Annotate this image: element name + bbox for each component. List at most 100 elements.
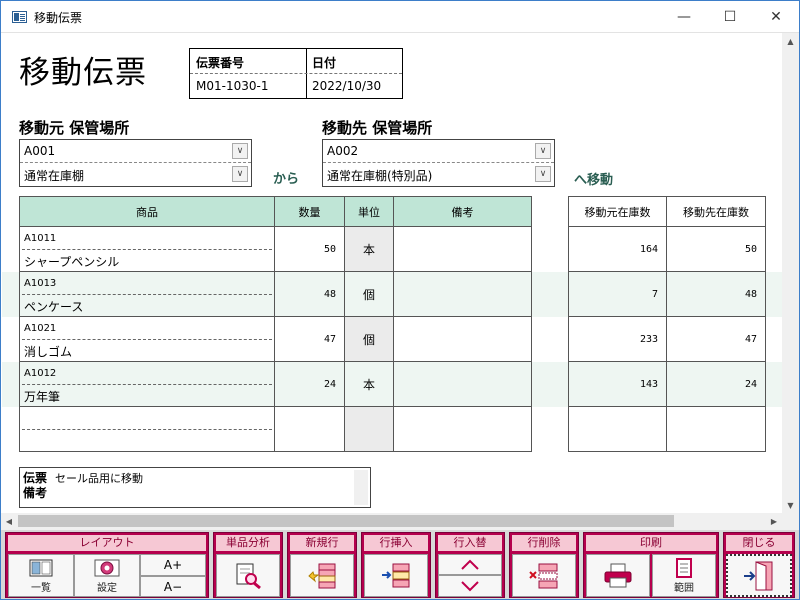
from-code-select[interactable]: A001 ∨ bbox=[20, 140, 251, 163]
memo-text[interactable]: セール品用に移動 bbox=[55, 470, 143, 486]
to-name-select[interactable]: 通常在庫棚(特別品) ∨ bbox=[323, 163, 554, 186]
item-cell[interactable]: A1013 ペンケース bbox=[19, 271, 275, 317]
print-range-button[interactable]: 範囲 bbox=[652, 554, 716, 597]
from-name-select[interactable]: 通常在庫棚 ∨ bbox=[20, 163, 251, 186]
analysis-group-label: 単品分析 bbox=[216, 535, 280, 551]
table-row[interactable]: A1021 消しゴム 47 個 bbox=[19, 316, 532, 362]
font-up-label: A+ bbox=[163, 558, 183, 572]
new-row-icon bbox=[308, 563, 336, 588]
app-icon bbox=[12, 11, 27, 23]
font-down-button[interactable]: A− bbox=[140, 576, 206, 597]
delete-row-group: 行削除 bbox=[509, 532, 579, 598]
close-window-button[interactable]: ✕ bbox=[753, 1, 799, 33]
slip-no-value[interactable]: M01-1030-1 bbox=[196, 79, 268, 93]
swap-row-group: 行入替 bbox=[435, 532, 505, 598]
delete-row-group-label: 行削除 bbox=[512, 535, 576, 551]
table-row-empty[interactable] bbox=[19, 406, 532, 452]
item-code: A1021 bbox=[24, 323, 57, 334]
delete-row-icon bbox=[529, 563, 558, 588]
table-row[interactable]: A1012 万年筆 24 本 bbox=[19, 361, 532, 407]
unit-cell[interactable]: 本 bbox=[344, 361, 394, 407]
note-cell[interactable] bbox=[393, 316, 532, 362]
note-cell[interactable] bbox=[393, 406, 532, 452]
toolbar: レイアウト 一覧 設定 A+ A− 単品分析 新規行 行挿入 行入替 行削除 印… bbox=[1, 530, 799, 599]
qty-cell[interactable]: 24 bbox=[274, 361, 345, 407]
close-button[interactable] bbox=[726, 554, 792, 597]
date-label: 日付 bbox=[312, 56, 337, 70]
unit-cell[interactable] bbox=[344, 406, 394, 452]
chevron-down-icon[interactable]: ∨ bbox=[535, 166, 551, 182]
table-row[interactable]: A1013 ペンケース 48 個 bbox=[19, 271, 532, 317]
scroll-up-icon[interactable]: ▲ bbox=[782, 33, 799, 49]
date-value[interactable]: 2022/10/30 bbox=[312, 79, 381, 93]
exit-door-icon bbox=[744, 560, 773, 590]
table-row[interactable]: A1011 シャープペンシル 50 本 bbox=[19, 226, 532, 272]
qty-cell[interactable]: 47 bbox=[274, 316, 345, 362]
minimize-button[interactable]: — bbox=[661, 1, 707, 33]
scroll-right-icon[interactable]: ▶ bbox=[766, 513, 782, 530]
move-row-down-button[interactable] bbox=[438, 575, 502, 597]
scroll-down-icon[interactable]: ▼ bbox=[782, 497, 799, 513]
stock-row: 164 50 bbox=[568, 226, 766, 272]
he-idou-text: へ移動 bbox=[574, 173, 614, 188]
font-down-label: A− bbox=[163, 579, 183, 594]
memo-box[interactable]: 伝票備考 セール品用に移動 bbox=[19, 467, 371, 508]
title-bar: 移動伝票 — ☐ ✕ bbox=[1, 1, 799, 33]
stock-row-empty bbox=[568, 406, 766, 452]
chevron-down-icon[interactable]: ∨ bbox=[535, 143, 551, 159]
new-row-button[interactable] bbox=[290, 554, 354, 597]
move-row-up-button[interactable] bbox=[438, 554, 502, 575]
dst-stock-cell: 48 bbox=[666, 271, 766, 317]
maximize-button[interactable]: ☐ bbox=[707, 1, 753, 33]
col-header-dst-stock: 移動先在庫数 bbox=[666, 196, 766, 227]
memo-scrollbar[interactable] bbox=[354, 470, 368, 505]
stock-row: 233 47 bbox=[568, 316, 766, 362]
qty-cell[interactable]: 50 bbox=[274, 226, 345, 272]
qty-cell[interactable] bbox=[274, 406, 345, 452]
chevron-down-icon[interactable]: ∨ bbox=[232, 166, 248, 182]
memo-label: 伝票備考 bbox=[23, 471, 48, 500]
item-analysis-button[interactable] bbox=[216, 554, 280, 597]
arrow-up-icon bbox=[461, 559, 479, 570]
to-code-select[interactable]: A002 ∨ bbox=[323, 140, 554, 163]
list-view-button[interactable]: 一覧 bbox=[8, 554, 74, 597]
horizontal-scrollbar[interactable]: ◀ ▶ bbox=[1, 513, 782, 530]
layout-group-label: レイアウト bbox=[8, 535, 206, 551]
swap-row-group-label: 行入替 bbox=[438, 535, 502, 551]
note-cell[interactable] bbox=[393, 271, 532, 317]
scroll-thumb[interactable] bbox=[18, 515, 674, 527]
scroll-left-icon[interactable]: ◀ bbox=[1, 513, 17, 530]
insert-row-group-label: 行挿入 bbox=[364, 535, 428, 551]
unit-cell[interactable]: 個 bbox=[344, 316, 394, 362]
note-cell[interactable] bbox=[393, 361, 532, 407]
close-group: 閉じる bbox=[723, 532, 795, 598]
item-name: シャープペンシル bbox=[24, 255, 120, 269]
print-button[interactable] bbox=[586, 554, 650, 597]
settings-label: 設定 bbox=[97, 582, 117, 594]
new-row-group: 新規行 bbox=[287, 532, 357, 598]
insert-row-group: 行挿入 bbox=[361, 532, 431, 598]
note-cell[interactable] bbox=[393, 226, 532, 272]
insert-row-button[interactable] bbox=[364, 554, 428, 597]
delete-row-button[interactable] bbox=[512, 554, 576, 597]
item-code: A1011 bbox=[24, 233, 57, 244]
qty-cell[interactable]: 48 bbox=[274, 271, 345, 317]
list-view-icon bbox=[29, 559, 53, 576]
item-cell[interactable]: A1012 万年筆 bbox=[19, 361, 275, 407]
item-cell[interactable] bbox=[19, 406, 275, 452]
col-header-qty: 数量 bbox=[274, 196, 345, 227]
unit-cell[interactable]: 個 bbox=[344, 271, 394, 317]
item-cell[interactable]: A1011 シャープペンシル bbox=[19, 226, 275, 272]
src-stock-cell: 164 bbox=[568, 226, 667, 272]
from-location-select: A001 ∨ 通常在庫棚 ∨ bbox=[19, 139, 252, 187]
stock-row: 143 24 bbox=[568, 361, 766, 407]
chevron-down-icon[interactable]: ∨ bbox=[232, 143, 248, 159]
vertical-scrollbar[interactable]: ▲ ▼ bbox=[782, 33, 799, 513]
to-name-value: 通常在庫棚(特別品) bbox=[327, 169, 433, 183]
insert-row-icon bbox=[382, 563, 410, 587]
item-cell[interactable]: A1021 消しゴム bbox=[19, 316, 275, 362]
gear-icon bbox=[94, 559, 120, 576]
font-up-button[interactable]: A+ bbox=[140, 554, 206, 576]
settings-button[interactable]: 設定 bbox=[74, 554, 140, 597]
unit-cell[interactable]: 本 bbox=[344, 226, 394, 272]
